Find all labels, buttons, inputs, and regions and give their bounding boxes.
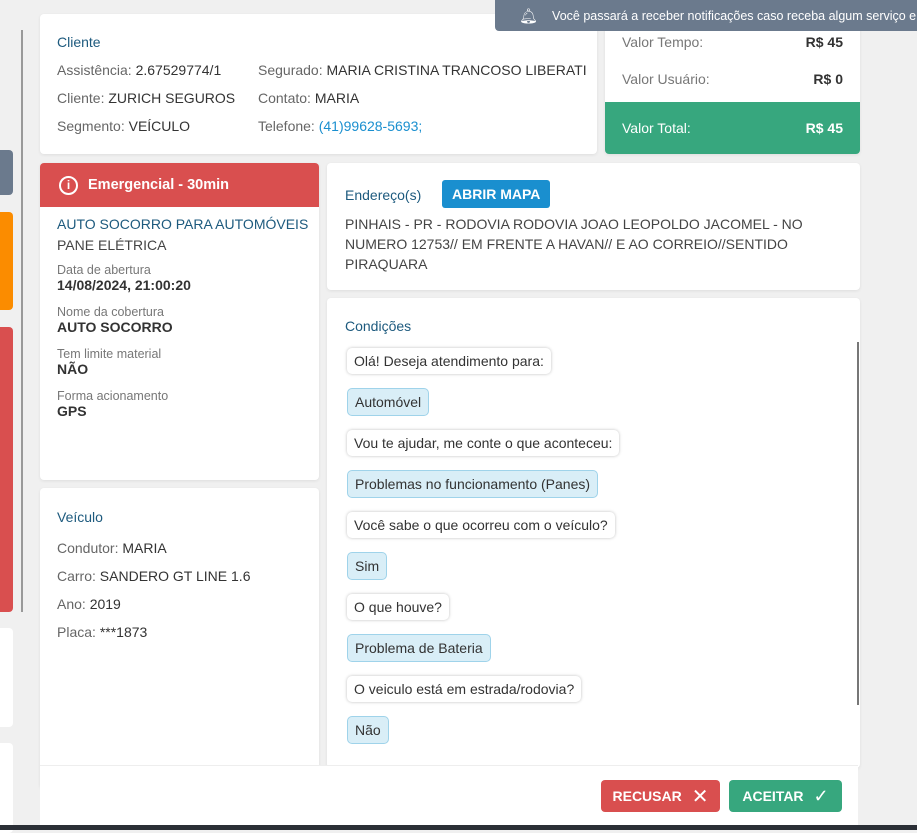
cobertura-label: Nome da cobertura (57, 305, 165, 319)
chat-answer: Não (347, 716, 389, 744)
cliente-nome: Cliente: ZURICH SEGUROS (57, 90, 236, 106)
veiculo-title: Veículo (57, 509, 103, 525)
carro: Carro: SANDERO GT LINE 1.6 (57, 568, 251, 584)
valor-total-label: Valor Total: (622, 120, 691, 136)
limite-label: Tem limite material (57, 347, 162, 361)
footer-bar: RECUSAR ✕ ACEITAR ✓ (40, 765, 858, 825)
valor-usuario: R$ 0 (813, 71, 843, 87)
chat-list: Olá! Deseja atendimento para: Automóvel Vo… (347, 348, 827, 758)
forma-label: Forma acionamento (57, 389, 169, 403)
servico-card: i Emergencial - 30min AUTO SOCORRO PARA … (40, 163, 319, 480)
side-card-gray[interactable] (0, 150, 13, 195)
contato: Contato: MARIA (258, 90, 360, 106)
cliente-card: Cliente Assistência: 2.67529774/1 Client… (40, 14, 597, 154)
close-icon: ✕ (691, 785, 709, 808)
chat-question: Olá! Deseja atendimento para: (347, 348, 551, 374)
valor-total-bar: Valor Total: R$ 45 (605, 102, 860, 154)
condicoes-card: Condições Olá! Deseja atendimento para: A… (327, 298, 860, 768)
placa: Placa: ***1873 (57, 624, 148, 640)
endereco-card: Endereço(s) ABRIR MAPA PINHAIS - PR - RO… (327, 163, 860, 290)
ano: Ano: 2019 (57, 596, 121, 612)
valor-usuario-label: Valor Usuário: (622, 71, 710, 87)
valor-tempo: R$ 45 (805, 34, 843, 50)
valor-tempo-label: Valor Tempo: (622, 34, 704, 50)
segmento: Segmento: VEÍCULO (57, 118, 191, 134)
servico-subtipo: PANE ELÉTRICA (57, 237, 167, 253)
forma-value: GPS (57, 403, 87, 419)
urgency-badge: i Emergencial - 30min (40, 163, 319, 207)
cobertura-value: AUTO SOCORRO (57, 319, 173, 335)
side-card-white[interactable] (0, 743, 13, 833)
abrir-mapa-button[interactable]: ABRIR MAPA (442, 180, 551, 208)
notification-text: Você passará a receber notificações caso… (552, 8, 917, 23)
condicoes-title: Condições (345, 318, 412, 334)
endereco-title: Endereço(s) (345, 187, 422, 203)
chat-answer: Automóvel (347, 388, 430, 416)
assistencia: Assistência: 2.67529774/1 (57, 62, 222, 78)
aceitar-button[interactable]: ACEITAR ✓ (729, 780, 842, 812)
servico-tipo: AUTO SOCORRO PARA AUTOMÓVEIS (57, 216, 309, 232)
condutor: Condutor: MARIA (57, 540, 167, 556)
scrollbar[interactable] (857, 342, 859, 705)
urgency-text: Emergencial - 30min (88, 177, 230, 193)
sidebar-divider (21, 30, 23, 612)
endereco-text: PINHAIS - PR - RODOVIA RODOVIA JOAO LEOP… (345, 216, 803, 272)
chat-answer: Problema de Bateria (347, 634, 491, 662)
side-card-orange[interactable] (0, 212, 13, 310)
recusar-button[interactable]: RECUSAR ✕ (601, 780, 720, 812)
chat-answer: Sim (347, 552, 388, 580)
data-label: Data de abertura (57, 263, 151, 277)
bottom-bar (0, 825, 917, 830)
notification-toast[interactable]: 🔔︎ Você passará a receber notificações c… (495, 0, 917, 31)
chat-question: O que houve? (347, 594, 449, 620)
veiculo-card: Veículo Condutor: MARIA Carro: SANDERO G… (40, 488, 319, 788)
valores-card: Valor Tempo: R$ 45 Valor Usuário: R$ 0 V… (605, 14, 860, 154)
telefone-link[interactable]: (41)99628-5693; (319, 118, 423, 134)
valor-total: R$ 45 (805, 120, 843, 136)
chat-answer: Problemas no funcionamento (Panes) (347, 470, 599, 498)
chat-question: O veiculo está em estrada/rodovia? (347, 676, 582, 702)
segurado: Segurado: MARIA CRISTINA TRANCOSO LIBERA… (258, 62, 587, 78)
side-card-red[interactable] (0, 327, 13, 612)
info-icon: i (59, 175, 78, 195)
bell-icon: 🔔︎ (519, 7, 539, 25)
side-card-white[interactable] (0, 628, 13, 727)
data-value: 14/08/2024, 21:00:20 (57, 277, 191, 293)
check-icon: ✓ (813, 785, 829, 806)
limite-value: NÃO (57, 361, 89, 377)
cliente-title: Cliente (57, 34, 101, 50)
chat-question: Você sabe o que ocorreu com o veículo? (347, 512, 615, 538)
telefone: Telefone: (41)99628-5693; (258, 118, 423, 134)
chat-question: Vou te ajudar, me conte o que aconteceu: (347, 430, 620, 456)
